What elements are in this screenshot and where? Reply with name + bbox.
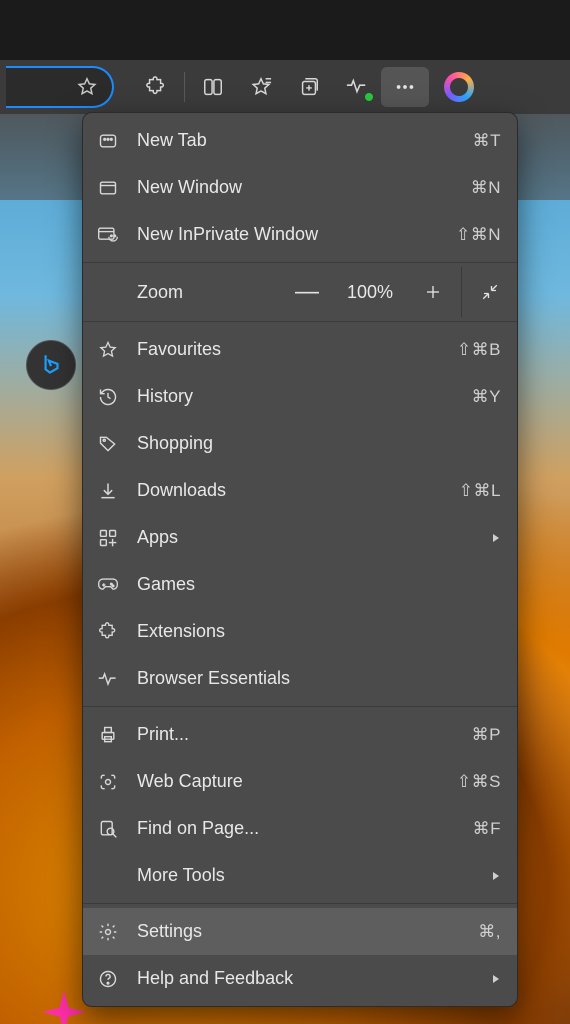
find-icon bbox=[95, 819, 121, 839]
menu-shortcut: ⇧⌘B bbox=[457, 340, 501, 360]
menu-shortcut: ⌘P bbox=[472, 725, 501, 745]
menu-label: Apps bbox=[137, 527, 475, 548]
menu-label: Print... bbox=[137, 724, 456, 745]
sparkle-icon bbox=[42, 990, 86, 1024]
star-icon[interactable] bbox=[76, 76, 98, 98]
bing-icon bbox=[38, 352, 64, 378]
capture-icon bbox=[95, 772, 121, 792]
inprivate-icon bbox=[95, 225, 121, 245]
pulse-icon bbox=[95, 669, 121, 689]
menu-new-window[interactable]: New Window ⌘N bbox=[83, 164, 517, 211]
menu-web-capture[interactable]: Web Capture ⇧⌘S bbox=[83, 758, 517, 805]
menu-section-windows: New Tab ⌘T New Window ⌘N New InPrivate W… bbox=[83, 113, 517, 262]
menu-shortcut: ⌘, bbox=[478, 922, 501, 942]
menu-section-tools: Print... ⌘P Web Capture ⇧⌘S Find on Page… bbox=[83, 706, 517, 903]
address-bar-tail[interactable] bbox=[6, 66, 114, 108]
menu-label: More Tools bbox=[137, 865, 475, 886]
puzzle-icon bbox=[95, 622, 121, 642]
new-tab-icon bbox=[95, 131, 121, 151]
menu-label: Settings bbox=[137, 921, 462, 942]
apps-icon bbox=[95, 528, 121, 548]
menu-label: History bbox=[137, 386, 456, 407]
zoom-out-button[interactable]: — bbox=[279, 267, 335, 317]
collections-button[interactable] bbox=[285, 67, 333, 107]
browser-toolbar bbox=[0, 60, 570, 114]
settings-and-more-menu: New Tab ⌘T New Window ⌘N New InPrivate W… bbox=[82, 112, 518, 1007]
menu-shortcut: ⌘T bbox=[473, 131, 501, 151]
copilot-icon bbox=[444, 72, 474, 102]
menu-label: Extensions bbox=[137, 621, 501, 642]
menu-label: Shopping bbox=[137, 433, 501, 454]
menu-print[interactable]: Print... ⌘P bbox=[83, 711, 517, 758]
zoom-in-button[interactable] bbox=[405, 267, 461, 317]
fullscreen-button[interactable] bbox=[461, 267, 517, 317]
status-dot-icon bbox=[365, 93, 373, 101]
menu-shortcut: ⇧⌘S bbox=[457, 772, 501, 792]
menu-settings[interactable]: Settings ⌘, bbox=[83, 908, 517, 955]
menu-label: New Window bbox=[137, 177, 455, 198]
menu-apps[interactable]: Apps bbox=[83, 514, 517, 561]
copilot-button[interactable] bbox=[435, 67, 483, 107]
tag-icon bbox=[95, 434, 121, 454]
download-icon bbox=[95, 481, 121, 501]
menu-shortcut: ⇧⌘N bbox=[456, 225, 501, 245]
menu-label: Find on Page... bbox=[137, 818, 457, 839]
menu-label: New InPrivate Window bbox=[137, 224, 440, 245]
menu-history[interactable]: History ⌘Y bbox=[83, 373, 517, 420]
zoom-value: 100% bbox=[335, 282, 405, 303]
menu-shortcut: ⌘N bbox=[471, 178, 501, 198]
printer-icon bbox=[95, 725, 121, 745]
menu-label: Games bbox=[137, 574, 501, 595]
menu-label: Web Capture bbox=[137, 771, 441, 792]
extensions-toolbar-button[interactable] bbox=[132, 67, 180, 107]
browser-essentials-button[interactable] bbox=[333, 67, 381, 107]
menu-browser-essentials[interactable]: Browser Essentials bbox=[83, 655, 517, 702]
menu-extensions[interactable]: Extensions bbox=[83, 608, 517, 655]
menu-more-tools[interactable]: More Tools bbox=[83, 852, 517, 899]
menu-section-settings: Settings ⌘, Help and Feedback bbox=[83, 903, 517, 1006]
submenu-indicator bbox=[491, 871, 501, 881]
menu-shopping[interactable]: Shopping bbox=[83, 420, 517, 467]
window-icon bbox=[95, 178, 121, 198]
menu-shortcut: ⌘Y bbox=[472, 387, 501, 407]
menu-label: Favourites bbox=[137, 339, 441, 360]
menu-help-feedback[interactable]: Help and Feedback bbox=[83, 955, 517, 1002]
gear-icon bbox=[95, 922, 121, 942]
menu-new-inprivate[interactable]: New InPrivate Window ⇧⌘N bbox=[83, 211, 517, 258]
history-icon bbox=[95, 387, 121, 407]
submenu-indicator bbox=[491, 533, 501, 543]
help-icon bbox=[95, 969, 121, 989]
menu-shortcut: ⇧⌘L bbox=[459, 481, 501, 501]
menu-label: New Tab bbox=[137, 130, 457, 151]
menu-new-tab[interactable]: New Tab ⌘T bbox=[83, 117, 517, 164]
menu-favourites[interactable]: Favourites ⇧⌘B bbox=[83, 326, 517, 373]
zoom-label: Zoom bbox=[83, 282, 279, 303]
menu-label: Help and Feedback bbox=[137, 968, 475, 989]
menu-label: Downloads bbox=[137, 480, 443, 501]
menu-downloads[interactable]: Downloads ⇧⌘L bbox=[83, 467, 517, 514]
favourites-toolbar-button[interactable] bbox=[237, 67, 285, 107]
titlebar-area bbox=[0, 0, 570, 60]
menu-find-on-page[interactable]: Find on Page... ⌘F bbox=[83, 805, 517, 852]
menu-label: Browser Essentials bbox=[137, 668, 501, 689]
menu-section-features: Favourites ⇧⌘B History ⌘Y Shopping Downl… bbox=[83, 321, 517, 706]
toolbar-separator bbox=[184, 72, 185, 102]
bing-chat-button[interactable] bbox=[26, 340, 76, 390]
menu-section-zoom: Zoom — 100% bbox=[83, 262, 517, 321]
more-button[interactable] bbox=[381, 67, 429, 107]
menu-shortcut: ⌘F bbox=[473, 819, 501, 839]
split-screen-button[interactable] bbox=[189, 67, 237, 107]
submenu-indicator bbox=[491, 974, 501, 984]
menu-games[interactable]: Games bbox=[83, 561, 517, 608]
games-icon bbox=[95, 575, 121, 595]
star-icon bbox=[95, 340, 121, 360]
